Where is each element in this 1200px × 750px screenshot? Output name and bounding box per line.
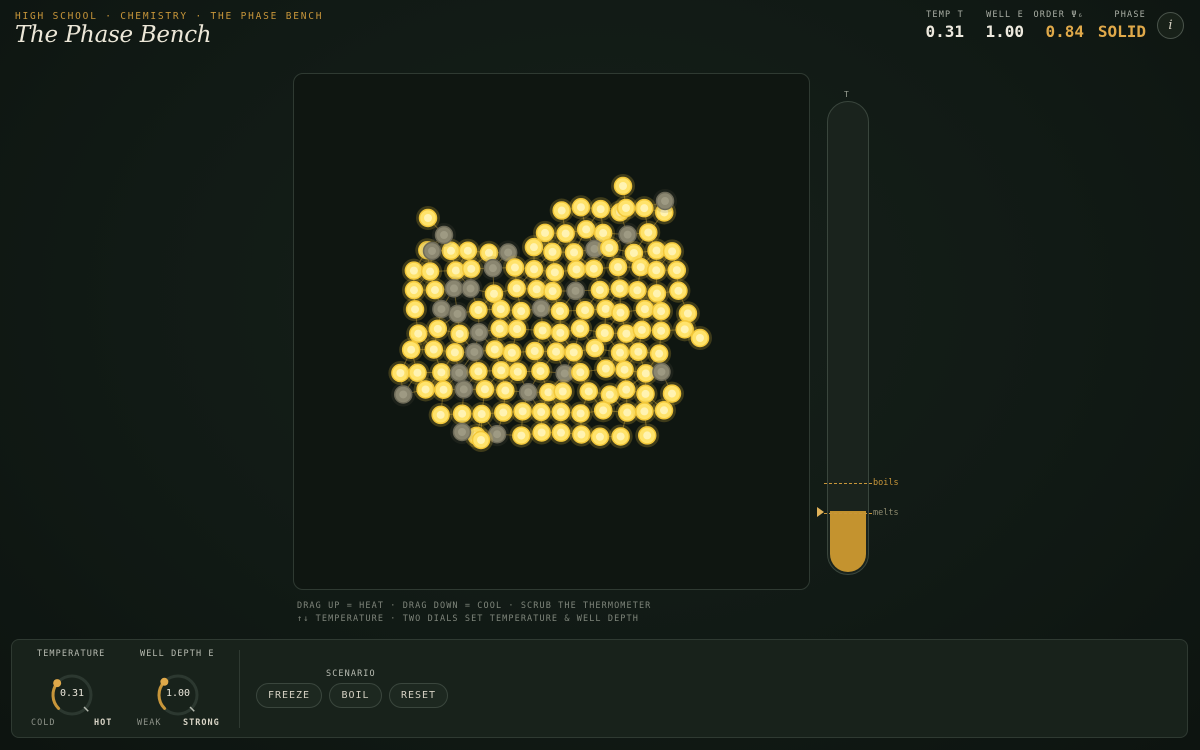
- stat-temperature: TEMP T 0.31: [922, 10, 964, 41]
- panel-divider: [239, 650, 240, 728]
- particle: [420, 239, 444, 263]
- stat-well-depth-value: 1.00: [985, 22, 1024, 41]
- melts-marker-line: [824, 513, 872, 514]
- particle: [568, 401, 593, 426]
- temperature-dial[interactable]: 0.31: [49, 672, 95, 718]
- particle: [469, 428, 493, 452]
- temperature-max-label: HOT: [94, 718, 113, 728]
- well-depth-max-label: STRONG: [183, 718, 220, 728]
- particle: [403, 297, 428, 322]
- particle: [652, 398, 677, 423]
- well-depth-dial[interactable]: 1.00: [155, 672, 201, 718]
- particle: [469, 402, 494, 427]
- particle: [472, 377, 497, 402]
- temperature-dial-value: 0.31: [59, 688, 85, 699]
- particle: [591, 398, 616, 423]
- reset-button[interactable]: RESET: [389, 683, 448, 708]
- thermometer-pointer-icon[interactable]: [817, 507, 824, 517]
- hint-line-1: DRAG UP = HEAT · DRAG DOWN = COOL · SCRU…: [297, 601, 652, 611]
- particle: [635, 423, 660, 448]
- hint-line-2: ↑↓ TEMPERATURE · TWO DIALS SET TEMPERATU…: [297, 614, 639, 624]
- particle: [649, 318, 674, 343]
- well-depth-dial-value: 1.00: [165, 688, 191, 699]
- stat-order-value: 0.84: [1045, 22, 1084, 41]
- particle: [582, 336, 607, 361]
- particle: [425, 316, 450, 341]
- temperature-dial-label: TEMPERATURE: [37, 649, 106, 659]
- stat-phase: PHASE SOLID: [1096, 10, 1146, 41]
- particle: [666, 278, 691, 303]
- breadcrumb: HIGH SCHOOL · CHEMISTRY · THE PHASE BENC…: [15, 11, 324, 22]
- info-icon: i: [1168, 18, 1173, 33]
- melts-label: melts: [873, 508, 899, 518]
- particle: [614, 196, 638, 220]
- stat-temperature-value: 0.31: [925, 22, 964, 41]
- particle: [528, 359, 553, 384]
- thermometer[interactable]: [827, 101, 869, 575]
- thermometer-label: T: [844, 90, 849, 99]
- stat-order: ORDER Ψ₆ 0.84: [1030, 10, 1084, 41]
- stat-phase-value: SOLID: [1097, 22, 1146, 41]
- particle: [458, 276, 483, 301]
- temperature-min-label: COLD: [31, 718, 56, 728]
- particle: [540, 239, 565, 264]
- particle: [480, 256, 505, 281]
- stat-order-label: ORDER Ψ₆: [1033, 10, 1084, 20]
- freeze-button[interactable]: FREEZE: [256, 683, 322, 708]
- stat-well-depth-label: WELL E: [986, 10, 1024, 20]
- particle: [548, 420, 573, 445]
- stat-well-depth: WELL E 1.00: [982, 10, 1024, 41]
- particle: [608, 300, 633, 325]
- particle: [509, 423, 534, 448]
- boil-button[interactable]: BOIL: [329, 683, 382, 708]
- particle: [605, 255, 630, 280]
- boils-label: boils: [873, 478, 899, 488]
- particle: [688, 326, 712, 350]
- particle: [421, 337, 446, 362]
- control-panel: TEMPERATURE 0.31 COLD HOT WELL DEPTH E 1…: [11, 639, 1188, 738]
- particle: [550, 379, 575, 404]
- particle: [587, 424, 612, 449]
- particle: [608, 424, 633, 449]
- stat-phase-label: PHASE: [1114, 10, 1146, 20]
- info-button[interactable]: i: [1157, 12, 1184, 39]
- particle: [547, 299, 572, 324]
- thermometer-fill: [830, 511, 866, 572]
- scenario-label: SCENARIO: [326, 669, 376, 679]
- particle: [451, 377, 476, 402]
- particle: [428, 402, 453, 427]
- particle: [611, 174, 635, 198]
- particle: [399, 337, 424, 362]
- well-depth-min-label: WEAK: [137, 718, 162, 728]
- particle: [505, 317, 530, 342]
- particle: [664, 258, 689, 283]
- particle: [644, 258, 669, 283]
- particle: [466, 298, 491, 323]
- particle: [493, 378, 518, 403]
- boils-marker-line: [824, 483, 872, 484]
- well-depth-dial-label: WELL DEPTH E: [140, 649, 215, 659]
- particle: [391, 382, 416, 407]
- particle-field: [388, 174, 712, 452]
- particle: [568, 316, 593, 341]
- particle: [653, 189, 677, 213]
- simulation-canvas[interactable]: [293, 73, 810, 590]
- particle: [576, 379, 601, 404]
- particle: [581, 256, 606, 281]
- particle: [649, 359, 674, 384]
- stat-temperature-label: TEMP T: [926, 10, 964, 20]
- page-title: The Phase Bench: [15, 22, 212, 48]
